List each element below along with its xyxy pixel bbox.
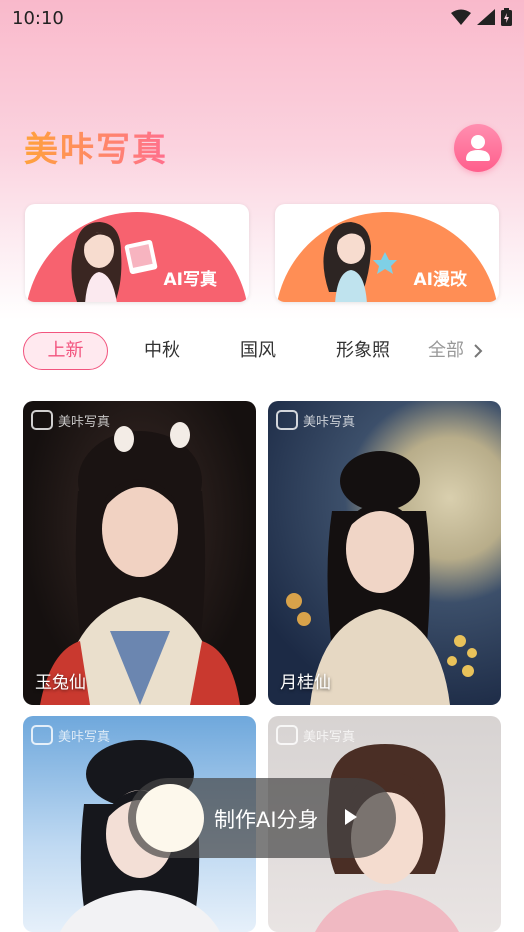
make-ai-avatar-button[interactable]: 制作AI分身 (128, 778, 396, 858)
chevron-right-icon[interactable] (472, 343, 484, 359)
app-watermark-icon (276, 410, 298, 430)
profile-button[interactable] (454, 124, 502, 172)
watermark-text: 美咔写真 (303, 729, 356, 745)
photo-caption: 月桂仙 (280, 673, 331, 693)
status-icons (451, 8, 512, 26)
ai-comic-label: AI漫改 (413, 270, 467, 290)
tab-headshot[interactable]: 形象照 (326, 332, 400, 370)
girl-illustration (71, 222, 158, 302)
watermark: 美咔写真 (276, 410, 355, 430)
user-icon (466, 135, 490, 161)
photo-card-osmanthus[interactable]: 美咔写真 月桂仙 (268, 401, 501, 705)
status-time: 10:10 (12, 8, 64, 29)
app-watermark-icon (276, 725, 298, 745)
app-watermark-icon (31, 725, 53, 745)
girl-illustration (323, 222, 397, 302)
status-bar: 10:10 (0, 0, 524, 36)
tab-new[interactable]: 上新 (23, 332, 108, 370)
tab-mid-autumn[interactable]: 中秋 (128, 332, 196, 370)
battery-icon (501, 8, 512, 26)
watermark-text: 美咔写真 (58, 414, 111, 430)
ai-comic-card[interactable]: AI漫改 (275, 204, 499, 302)
app-logo: 美咔写真 (24, 122, 168, 171)
watermark: 美咔写真 (31, 725, 110, 745)
portrait-figure (39, 422, 240, 705)
tab-chinese-style[interactable]: 国风 (225, 332, 291, 370)
photo-card-jade-rabbit[interactable]: 美咔写真 玉兔仙 (23, 401, 256, 705)
fab-avatar-circle (136, 784, 204, 852)
ai-portrait-card[interactable]: AI写真 (25, 204, 249, 302)
app-watermark-icon (31, 410, 53, 430)
ai-portrait-label: AI写真 (163, 270, 217, 290)
make-ai-avatar-label: 制作AI分身 (214, 808, 319, 832)
watermark-text: 美咔写真 (58, 729, 111, 745)
tab-all[interactable]: 全部 (424, 332, 468, 370)
wifi-icon (451, 9, 471, 25)
play-icon (345, 809, 357, 825)
signal-icon (477, 9, 495, 25)
watermark: 美咔写真 (31, 410, 110, 430)
watermark-text: 美咔写真 (303, 414, 356, 430)
portrait-figure (285, 451, 477, 705)
photo-caption: 玉兔仙 (35, 673, 86, 693)
watermark: 美咔写真 (276, 725, 355, 745)
